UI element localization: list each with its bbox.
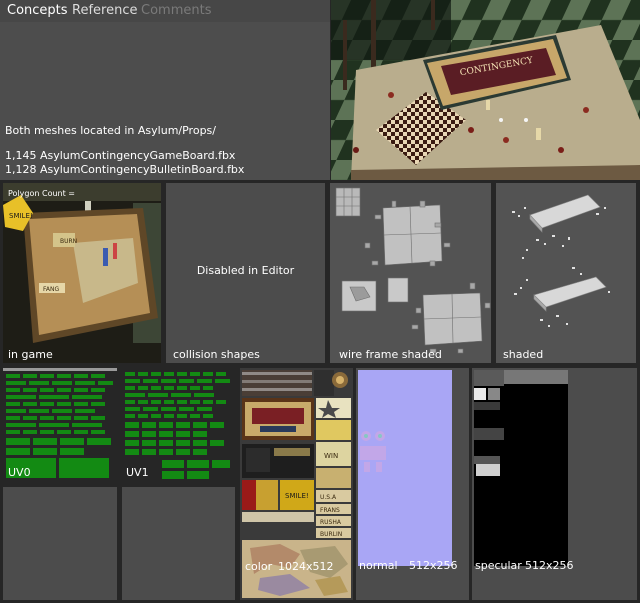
wireframe-shaded-view: wire frame shaded (330, 183, 491, 363)
uv1-layout (122, 368, 235, 482)
mesh-2-text: 1,128 AsylumContingencyBulletinBoard.fbx (5, 163, 245, 176)
frans-text: FRANS (320, 507, 340, 514)
uv0-label: UV0 (8, 466, 31, 479)
mesh-1-text: 1,145 AsylumContingencyGameBoard.fbx (5, 149, 236, 162)
smile-card-text: SMILE! (9, 212, 33, 220)
smile-tex-text: SMILE! (285, 492, 309, 500)
uv0-layout (3, 368, 117, 482)
tab-comments[interactable]: Comments (141, 3, 211, 18)
fang-card-text: FANG (43, 286, 59, 293)
burlin-text: BURLIN (320, 531, 342, 538)
color-texture-panel: WIN SMILE! U.S.A FRANS RUSHA BURLIN colo… (240, 368, 353, 600)
wireframe-render (335, 187, 491, 354)
in-game-view: SMILE! BURN FANG Polygon Count = in game (3, 183, 161, 363)
game-board-render: CONTINGENCY (331, 0, 640, 180)
tab-reference[interactable]: Reference (72, 3, 137, 18)
in-game-screenshot: SMILE! BURN FANG (3, 183, 161, 363)
win-card-text: WIN (324, 452, 338, 460)
collision-shapes-view: Disabled in Editor collision shapes (166, 183, 325, 363)
color-label: color (245, 560, 273, 573)
normal-texture-panel: normal 512x256 (356, 368, 469, 600)
game-board-photo: CONTINGENCY (331, 0, 640, 180)
polygon-count-label: Polygon Count = (8, 189, 75, 198)
normal-size-label: 512x256 (409, 559, 458, 572)
empty-slot-2 (122, 487, 235, 600)
shaded-view: shaded (496, 183, 636, 363)
uv1-panel: UV1 (122, 368, 235, 482)
collision-shapes-label: collision shapes (173, 348, 260, 361)
disabled-in-editor-text: Disabled in Editor (196, 264, 295, 277)
mesh-location-text: Both meshes located in Asylum/Props/ (5, 124, 216, 137)
empty-slot-1 (3, 487, 117, 600)
specular-label: specular (475, 559, 522, 572)
usa-text: U.S.A (320, 494, 337, 501)
shaded-render (512, 194, 610, 327)
wireframe-shaded-label: wire frame shaded (339, 348, 442, 361)
tab-concepts[interactable]: Concepts (7, 3, 68, 18)
header-panel: Concepts Reference Comments Both meshes … (0, 0, 330, 180)
uv1-label: UV1 (126, 466, 149, 479)
in-game-label: in game (8, 348, 53, 361)
color-size-label: 1024x512 (278, 560, 334, 573)
specular-size-label: 512x256 (525, 559, 574, 572)
rusha-text: RUSHA (320, 519, 342, 526)
tab-bar: Concepts Reference Comments (0, 0, 330, 22)
burn-card-text: BURN (60, 238, 77, 245)
uv0-panel: UV0 (3, 368, 117, 482)
specular-texture-panel: specular 512x256 (472, 368, 637, 600)
shaded-label: shaded (503, 348, 544, 361)
normal-label: normal (359, 559, 398, 572)
